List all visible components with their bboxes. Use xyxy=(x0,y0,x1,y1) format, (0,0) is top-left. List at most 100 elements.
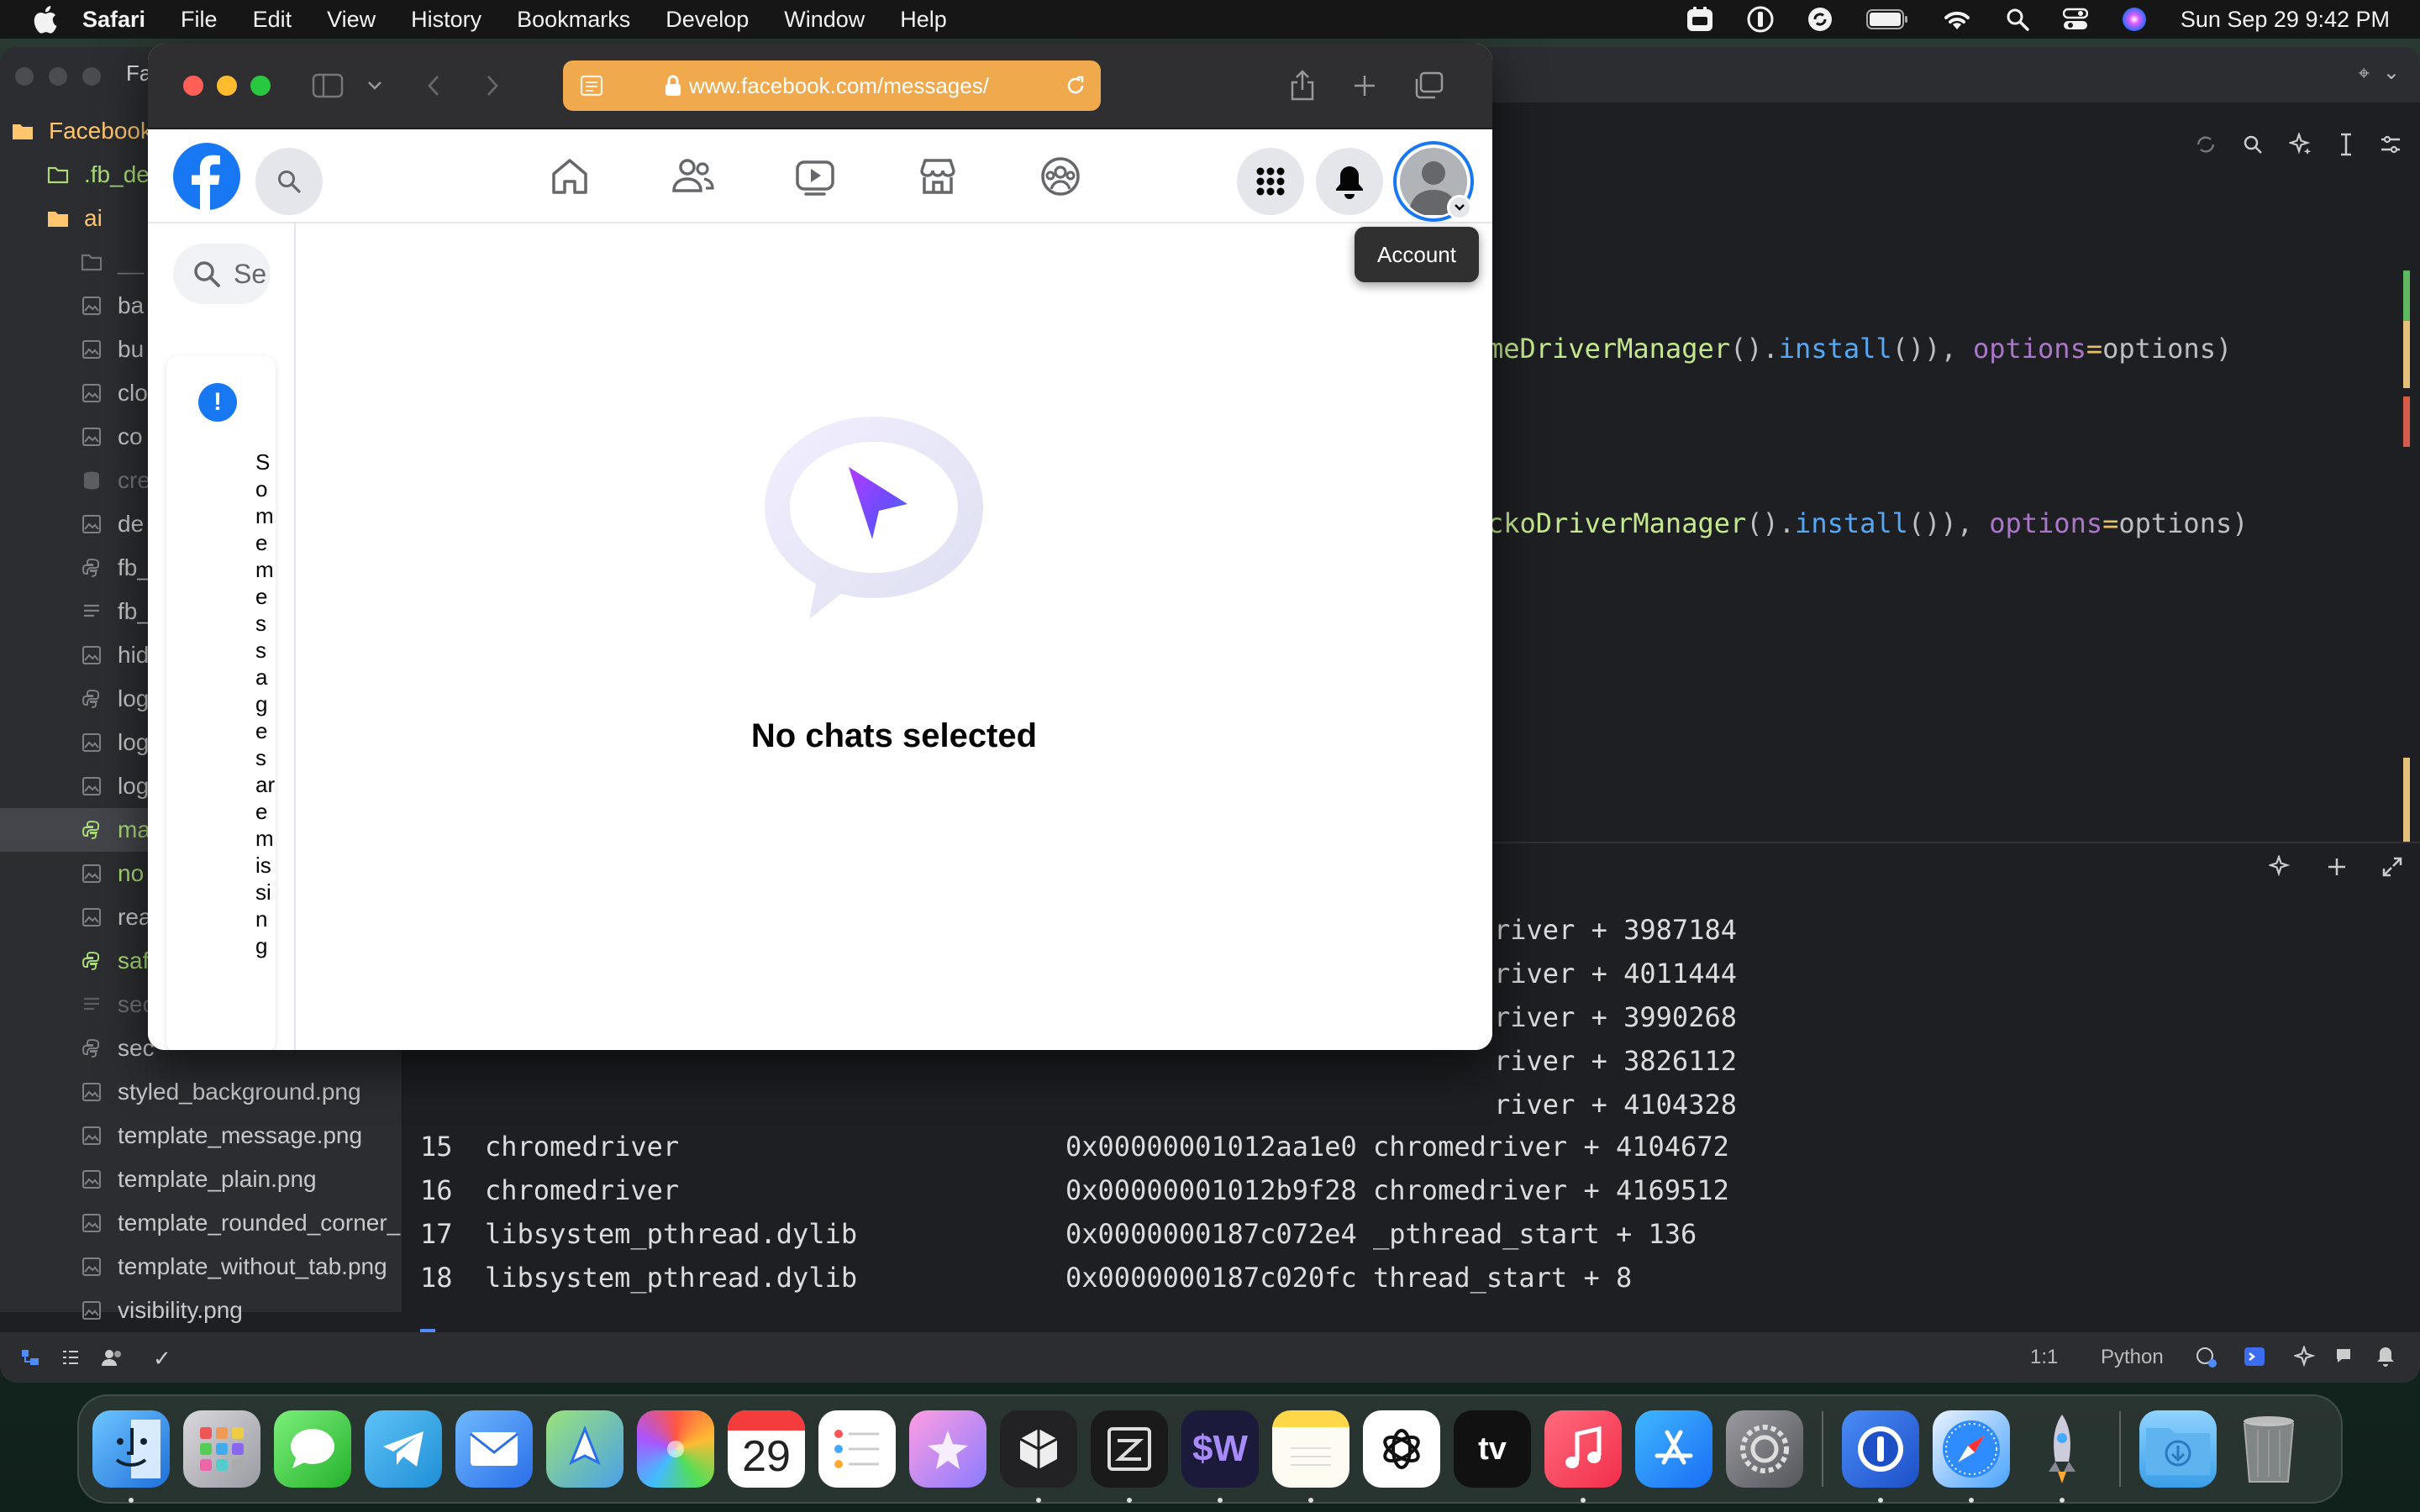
notifications-bell-button[interactable] xyxy=(1316,148,1383,215)
1password-icon[interactable] xyxy=(1842,1410,1919,1503)
photos-icon[interactable] xyxy=(637,1410,714,1488)
back-chevron-icon[interactable] xyxy=(417,69,450,102)
home-icon[interactable] xyxy=(546,153,593,200)
cursor-position[interactable]: 1:1 xyxy=(2030,1346,2058,1369)
menu-edit[interactable]: Edit xyxy=(253,7,292,33)
file-language[interactable]: Python xyxy=(2101,1346,2164,1369)
trash-icon[interactable] xyxy=(2230,1410,2307,1488)
tab-overview-icon[interactable] xyxy=(1412,69,1445,102)
tree-item[interactable]: template_message.png xyxy=(0,1114,403,1158)
safari-close-button[interactable] xyxy=(183,76,203,96)
siri-icon[interactable] xyxy=(2122,7,2147,32)
wifi-icon[interactable] xyxy=(1942,8,1972,31)
reader-page-icon[interactable] xyxy=(580,74,605,102)
menu-develop[interactable]: Develop xyxy=(666,7,749,33)
chat-icon[interactable] xyxy=(2334,1346,2356,1373)
python-console-icon[interactable] xyxy=(2244,1346,2265,1373)
share-icon[interactable] xyxy=(1286,69,1319,102)
pixelmator-icon[interactable] xyxy=(909,1410,986,1488)
address-bar[interactable]: www.facebook.com/messages/ xyxy=(563,60,1101,111)
spotlight-search-icon[interactable] xyxy=(2006,8,2029,31)
music-icon[interactable] xyxy=(1544,1410,1622,1503)
mail-icon[interactable] xyxy=(455,1410,533,1488)
telegram-icon[interactable] xyxy=(365,1410,442,1488)
account-avatar-button[interactable] xyxy=(1393,141,1474,222)
battery-icon[interactable] xyxy=(1865,9,1908,29)
groups-icon[interactable] xyxy=(1037,153,1084,200)
project-tool-icon[interactable] xyxy=(20,1347,40,1373)
ai-sparkle-icon[interactable] xyxy=(2287,131,2312,160)
new-terminal-icon[interactable] xyxy=(2326,856,2348,882)
users-icon[interactable] xyxy=(101,1347,124,1373)
safari-zoom-button[interactable] xyxy=(250,76,271,96)
warp-terminal-icon[interactable]: $W xyxy=(1181,1410,1259,1503)
menu-view[interactable]: View xyxy=(327,7,376,33)
calendar-sync-icon[interactable] xyxy=(1686,7,1713,32)
notes-icon[interactable] xyxy=(1272,1410,1349,1503)
new-tab-icon[interactable] xyxy=(1348,69,1381,102)
apple-menu-icon[interactable] xyxy=(32,5,57,34)
menu-window[interactable]: Window xyxy=(784,7,865,33)
account-chevron-down-icon[interactable] xyxy=(1447,195,1472,220)
password-icon[interactable] xyxy=(1747,6,1774,33)
ide-top-right-icon[interactable]: ⌖ xyxy=(2358,62,2370,86)
ide-close-button[interactable] xyxy=(15,67,34,86)
tab-group-chevron-down-icon[interactable] xyxy=(358,69,392,102)
facebook-logo-icon[interactable] xyxy=(173,143,240,214)
safari-icon[interactable] xyxy=(1933,1410,2010,1503)
tree-item[interactable]: styled_background.png xyxy=(0,1070,403,1114)
sync-icon[interactable] xyxy=(1807,7,1833,32)
menu-help[interactable]: Help xyxy=(900,7,947,33)
watch-icon[interactable] xyxy=(792,153,839,200)
launchpad-icon[interactable] xyxy=(183,1410,260,1488)
chatgpt-icon[interactable] xyxy=(1363,1410,1440,1488)
interpreter-icon[interactable] xyxy=(2195,1346,2218,1375)
messages-icon[interactable] xyxy=(274,1410,351,1488)
checkmark-icon[interactable]: ✓ xyxy=(153,1346,171,1372)
system-settings-icon[interactable] xyxy=(1726,1410,1803,1488)
sidebar-toggle-icon[interactable] xyxy=(311,69,345,102)
url-text[interactable]: www.facebook.com/messages/ xyxy=(689,73,989,99)
safari-minimize-button[interactable] xyxy=(217,76,237,96)
cube-app-icon[interactable] xyxy=(1000,1410,1077,1503)
search-icon[interactable] xyxy=(2242,134,2264,160)
app-store-icon[interactable] xyxy=(1635,1410,1712,1488)
reload-icon[interactable] xyxy=(1064,74,1087,102)
menu-file[interactable]: File xyxy=(181,7,218,33)
rocket-app-icon[interactable] xyxy=(2023,1410,2101,1503)
terminal-ai-icon[interactable] xyxy=(2267,853,2292,883)
ide-zoom-button[interactable] xyxy=(82,67,101,86)
settings-sliders-icon[interactable] xyxy=(2380,134,2402,160)
reminders-icon[interactable] xyxy=(818,1410,896,1488)
marketplace-icon[interactable] xyxy=(914,153,961,200)
friends-icon[interactable] xyxy=(669,153,716,200)
tree-item[interactable]: template_plain.png xyxy=(0,1158,403,1201)
control-center-icon[interactable] xyxy=(2062,8,2088,31)
menu-grid-button[interactable] xyxy=(1237,148,1304,215)
maps-icon[interactable] xyxy=(546,1410,623,1488)
zed-editor-icon[interactable] xyxy=(1091,1410,1168,1503)
missing-messages-card[interactable]: ! Some messages are missing xyxy=(166,356,276,1050)
forward-chevron-icon[interactable] xyxy=(476,69,509,102)
calendar-icon[interactable]: 29 xyxy=(728,1410,805,1488)
facebook-search-button[interactable] xyxy=(255,148,323,215)
text-cursor-icon[interactable] xyxy=(2338,133,2354,160)
notifications-icon[interactable] xyxy=(2376,1346,2395,1373)
finder-icon[interactable] xyxy=(92,1410,170,1503)
ide-minimize-button[interactable] xyxy=(49,67,67,86)
tree-item[interactable]: template_rounded_corner_ xyxy=(0,1201,403,1245)
sync-files-icon[interactable] xyxy=(2195,134,2217,160)
tree-item[interactable]: visibility.png xyxy=(0,1289,403,1332)
expand-icon[interactable] xyxy=(2381,856,2403,882)
menu-bookmarks[interactable]: Bookmarks xyxy=(517,7,630,33)
structure-icon[interactable] xyxy=(60,1347,81,1373)
menu-clock[interactable]: Sun Sep 29 9:42 PM xyxy=(2181,7,2390,33)
apple-tv-icon[interactable]: tv xyxy=(1454,1410,1531,1488)
status-ai-icon[interactable] xyxy=(2292,1344,2316,1373)
downloads-folder-icon[interactable] xyxy=(2139,1410,2217,1488)
menu-history[interactable]: History xyxy=(411,7,481,33)
error-stripe[interactable] xyxy=(2403,270,2410,875)
menu-app-name[interactable]: Safari xyxy=(82,7,145,33)
messenger-search-input[interactable]: Se xyxy=(173,244,271,304)
ide-chevron-down-icon[interactable]: ⌄ xyxy=(2383,60,2400,85)
